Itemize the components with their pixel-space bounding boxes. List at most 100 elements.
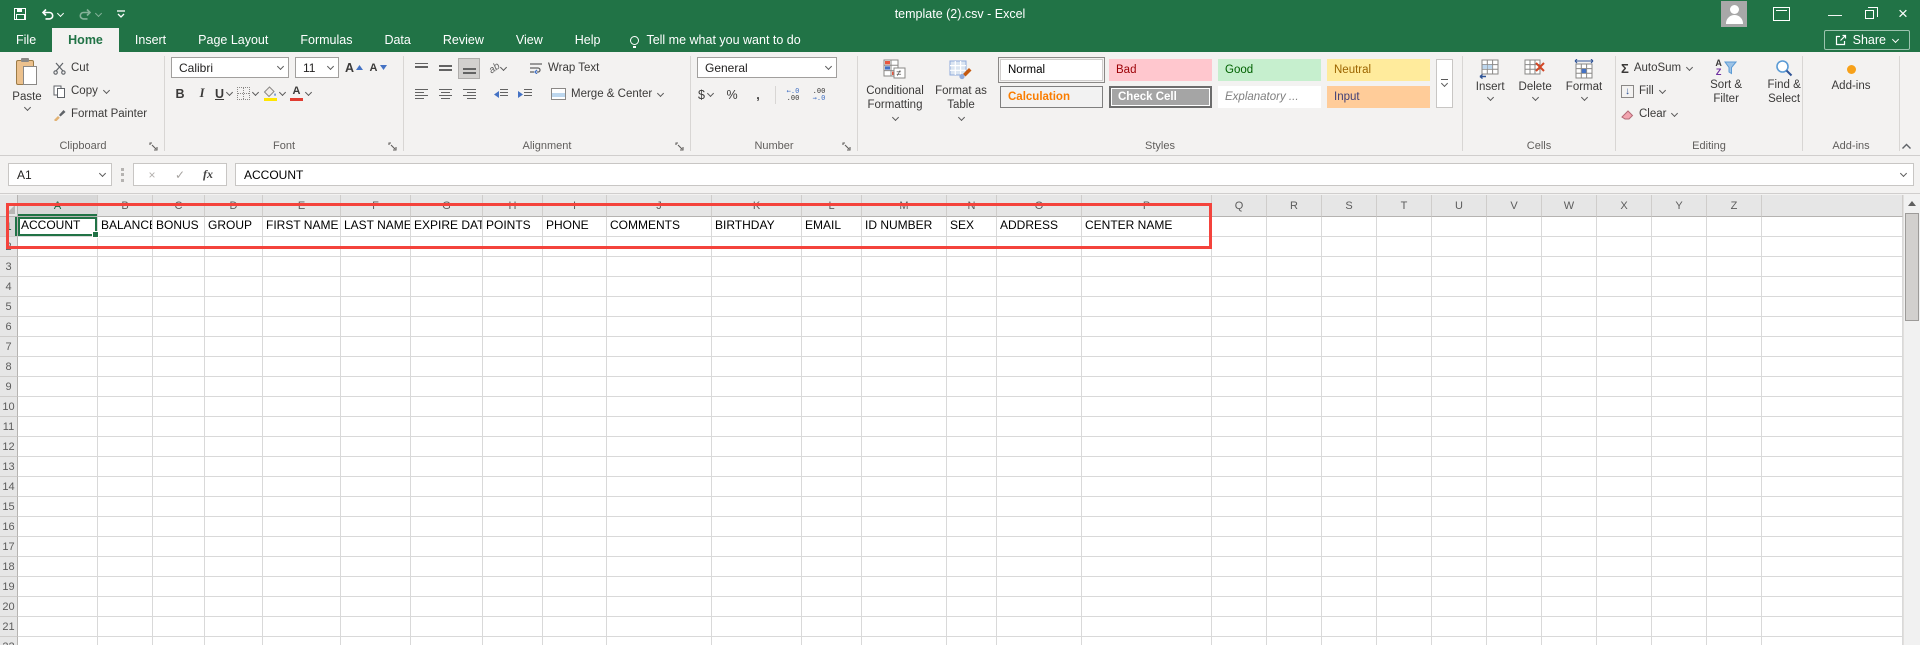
- cell[interactable]: [607, 277, 712, 297]
- cell[interactable]: [1432, 397, 1487, 417]
- row-header-2[interactable]: 2: [0, 237, 18, 257]
- cell[interactable]: [1652, 617, 1707, 637]
- cell[interactable]: [153, 337, 205, 357]
- merge-center-button[interactable]: Merge & Center: [548, 83, 667, 105]
- cell[interactable]: [483, 357, 543, 377]
- cell[interactable]: [1487, 437, 1542, 457]
- style-normal[interactable]: Normal: [1000, 59, 1103, 81]
- cell[interactable]: [607, 637, 712, 645]
- cell[interactable]: [341, 457, 411, 477]
- cell[interactable]: [543, 277, 607, 297]
- cell[interactable]: [997, 597, 1082, 617]
- cell[interactable]: [1597, 517, 1652, 537]
- cell[interactable]: [1322, 377, 1377, 397]
- cell[interactable]: [997, 277, 1082, 297]
- cell[interactable]: [1597, 297, 1652, 317]
- row-header-1[interactable]: 1: [0, 217, 18, 237]
- cell[interactable]: [1707, 577, 1762, 597]
- cell[interactable]: [1212, 377, 1267, 397]
- cell[interactable]: [411, 297, 483, 317]
- cell[interactable]: [1377, 557, 1432, 577]
- cell[interactable]: [802, 317, 862, 337]
- column-header-B[interactable]: B: [98, 195, 153, 217]
- font-family-select[interactable]: Calibri: [171, 57, 289, 78]
- column-header-E[interactable]: E: [263, 195, 341, 217]
- cell[interactable]: [483, 237, 543, 257]
- cell[interactable]: [947, 497, 997, 517]
- cell[interactable]: [411, 637, 483, 645]
- select-all-button[interactable]: [0, 195, 18, 217]
- cell[interactable]: [712, 357, 802, 377]
- cell[interactable]: [862, 297, 947, 317]
- cell[interactable]: [18, 317, 98, 337]
- cell[interactable]: [543, 557, 607, 577]
- cell[interactable]: [862, 577, 947, 597]
- cell[interactable]: [1377, 257, 1432, 277]
- cell[interactable]: [1322, 617, 1377, 637]
- cell[interactable]: BONUS: [153, 217, 205, 237]
- cell[interactable]: [1597, 317, 1652, 337]
- cell[interactable]: [1377, 517, 1432, 537]
- italic-button[interactable]: I: [193, 83, 211, 104]
- cell[interactable]: [997, 297, 1082, 317]
- cell[interactable]: COMMENTS: [607, 217, 712, 237]
- cell[interactable]: [1322, 557, 1377, 577]
- cell[interactable]: [205, 597, 263, 617]
- cell[interactable]: [1652, 277, 1707, 297]
- cell[interactable]: [1542, 477, 1597, 497]
- align-center-button[interactable]: [434, 84, 456, 105]
- cell[interactable]: [997, 257, 1082, 277]
- cell[interactable]: [98, 577, 153, 597]
- cell[interactable]: [712, 417, 802, 437]
- cell[interactable]: [712, 317, 802, 337]
- cell[interactable]: [862, 277, 947, 297]
- cell[interactable]: [1432, 317, 1487, 337]
- cell[interactable]: [1597, 377, 1652, 397]
- cell[interactable]: [1542, 637, 1597, 645]
- format-painter-button[interactable]: Format Painter: [50, 103, 150, 125]
- column-header-I[interactable]: I: [543, 195, 607, 217]
- cell[interactable]: [341, 497, 411, 517]
- cell[interactable]: [1542, 457, 1597, 477]
- cell[interactable]: [1487, 337, 1542, 357]
- cell[interactable]: [1652, 477, 1707, 497]
- cell[interactable]: [1267, 297, 1322, 317]
- cell[interactable]: [1542, 597, 1597, 617]
- tab-data[interactable]: Data: [368, 28, 426, 52]
- cell[interactable]: [607, 557, 712, 577]
- cell[interactable]: [1762, 417, 1903, 437]
- cell[interactable]: [263, 417, 341, 437]
- cell[interactable]: [1707, 397, 1762, 417]
- cell[interactable]: [1707, 537, 1762, 557]
- cell[interactable]: [1762, 377, 1903, 397]
- decrease-indent-button[interactable]: [490, 84, 512, 105]
- cell[interactable]: [205, 577, 263, 597]
- cell[interactable]: [1432, 637, 1487, 645]
- cell[interactable]: [1432, 577, 1487, 597]
- top-align-button[interactable]: [410, 58, 432, 79]
- cell[interactable]: [205, 357, 263, 377]
- cell[interactable]: [1542, 537, 1597, 557]
- column-header-Z[interactable]: Z: [1707, 195, 1762, 217]
- cell[interactable]: [1597, 357, 1652, 377]
- cell[interactable]: [543, 497, 607, 517]
- align-left-button[interactable]: [410, 84, 432, 105]
- cell[interactable]: [18, 397, 98, 417]
- cell[interactable]: [607, 537, 712, 557]
- cell[interactable]: [543, 297, 607, 317]
- column-header-W[interactable]: W: [1542, 195, 1597, 217]
- cell[interactable]: [1762, 397, 1903, 417]
- cell[interactable]: [98, 377, 153, 397]
- cell[interactable]: [1707, 357, 1762, 377]
- vertical-scrollbar[interactable]: [1903, 195, 1920, 645]
- cell[interactable]: [543, 457, 607, 477]
- cell[interactable]: [607, 397, 712, 417]
- clear-button[interactable]: Clear: [1618, 103, 1696, 125]
- cell[interactable]: [1597, 617, 1652, 637]
- cell[interactable]: [1377, 237, 1432, 257]
- cell[interactable]: [1377, 317, 1432, 337]
- cell[interactable]: [1487, 497, 1542, 517]
- cell[interactable]: [997, 357, 1082, 377]
- paste-button[interactable]: Paste: [4, 57, 50, 136]
- cell[interactable]: [1762, 217, 1903, 237]
